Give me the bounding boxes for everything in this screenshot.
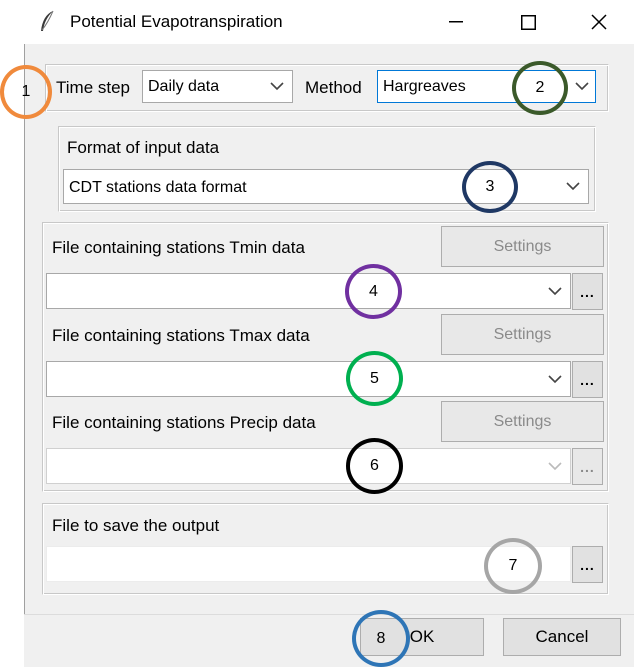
marker-2: 2 bbox=[512, 61, 568, 115]
ellipsis-icon: ... bbox=[580, 283, 595, 300]
tmax-settings-button[interactable]: Settings bbox=[441, 314, 604, 355]
tmin-file-select[interactable] bbox=[46, 273, 571, 309]
method-label: Method bbox=[305, 78, 362, 97]
chevron-down-icon bbox=[562, 170, 584, 203]
tmax-label: File containing stations Tmax data bbox=[52, 326, 310, 345]
minimize-icon bbox=[449, 21, 463, 23]
tmax-file-select[interactable] bbox=[46, 361, 571, 397]
chevron-down-icon bbox=[544, 362, 566, 396]
cancel-button[interactable]: Cancel bbox=[503, 618, 621, 656]
format-value: CDT stations data format bbox=[69, 179, 247, 196]
tmin-settings-button[interactable]: Settings bbox=[441, 226, 604, 267]
close-button[interactable] bbox=[576, 0, 622, 44]
marker-7: 7 bbox=[484, 538, 542, 594]
maximize-button[interactable] bbox=[505, 0, 551, 44]
chevron-down-icon bbox=[571, 71, 593, 102]
ellipsis-icon: ... bbox=[580, 458, 595, 475]
window-title: Potential Evapotranspiration bbox=[70, 12, 283, 31]
maximize-icon bbox=[520, 14, 536, 30]
feather-icon bbox=[41, 10, 54, 31]
timestep-label: Time step bbox=[56, 78, 131, 97]
ellipsis-icon: ... bbox=[580, 556, 595, 573]
marker-4: 4 bbox=[345, 264, 402, 319]
marker-8: 8 bbox=[352, 610, 410, 667]
marker-5: 5 bbox=[346, 351, 403, 406]
tmin-label: File containing stations Tmin data bbox=[52, 238, 305, 257]
tmin-browse-button[interactable]: ... bbox=[572, 273, 603, 310]
output-browse-button[interactable]: ... bbox=[572, 546, 603, 583]
timestep-value: Daily data bbox=[148, 78, 220, 95]
marker-6: 6 bbox=[346, 438, 403, 494]
output-label: File to save the output bbox=[52, 516, 220, 535]
precip-file-select[interactable] bbox=[46, 448, 571, 484]
ellipsis-icon: ... bbox=[580, 371, 595, 388]
precip-browse-button[interactable]: ... bbox=[572, 448, 603, 485]
minimize-button[interactable] bbox=[433, 0, 479, 44]
chevron-down-icon bbox=[544, 274, 566, 308]
timestep-select[interactable]: Daily data bbox=[142, 70, 293, 103]
precip-settings-button[interactable]: Settings bbox=[441, 401, 604, 442]
marker-1: 1 bbox=[0, 65, 52, 119]
tmax-browse-button[interactable]: ... bbox=[572, 361, 603, 398]
format-label: Format of input data bbox=[67, 138, 220, 157]
method-value: Hargreaves bbox=[383, 78, 466, 95]
marker-3: 3 bbox=[462, 161, 518, 213]
chevron-down-icon bbox=[266, 71, 288, 102]
precip-label: File containing stations Precip data bbox=[52, 413, 316, 432]
chevron-down-icon bbox=[544, 449, 566, 483]
title-bar: Potential Evapotranspiration bbox=[0, 0, 637, 44]
close-icon bbox=[591, 14, 607, 30]
